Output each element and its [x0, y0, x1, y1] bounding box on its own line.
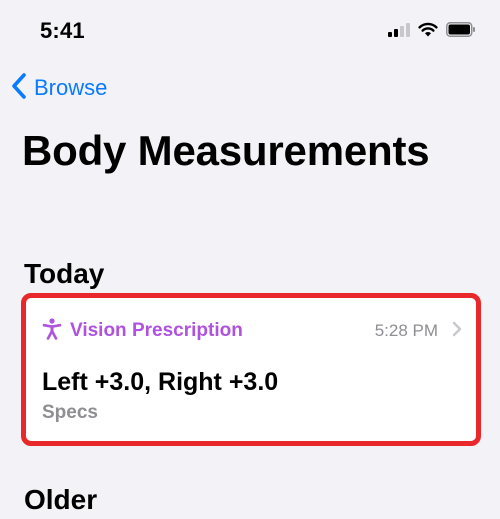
- status-bar: 5:41: [0, 0, 500, 60]
- chevron-left-icon: [10, 72, 28, 105]
- section-header-today: Today: [24, 258, 105, 289]
- status-icons: [388, 22, 476, 42]
- vision-prescription-card[interactable]: Vision Prescription 5:28 PM Left +3.0, R…: [26, 298, 476, 441]
- back-button[interactable]: Browse: [10, 72, 107, 104]
- page-title: Body Measurements: [22, 127, 430, 174]
- card-header: Vision Prescription 5:28 PM: [42, 317, 462, 345]
- section-header-older: Older: [24, 484, 98, 515]
- card-category-title: Vision Prescription: [70, 320, 243, 341]
- card-timestamp: 5:28 PM: [374, 321, 438, 340]
- card-value: Left +3.0, Right +3.0: [42, 368, 279, 396]
- card-subtitle: Specs: [42, 402, 98, 423]
- accessibility-figure-icon: [42, 317, 62, 345]
- battery-icon: [446, 22, 476, 42]
- status-time: 5:41: [40, 18, 85, 43]
- wifi-icon: [418, 22, 438, 42]
- back-label: Browse: [34, 75, 108, 100]
- cellular-signal-icon: [388, 22, 410, 42]
- chevron-right-icon: [452, 321, 462, 342]
